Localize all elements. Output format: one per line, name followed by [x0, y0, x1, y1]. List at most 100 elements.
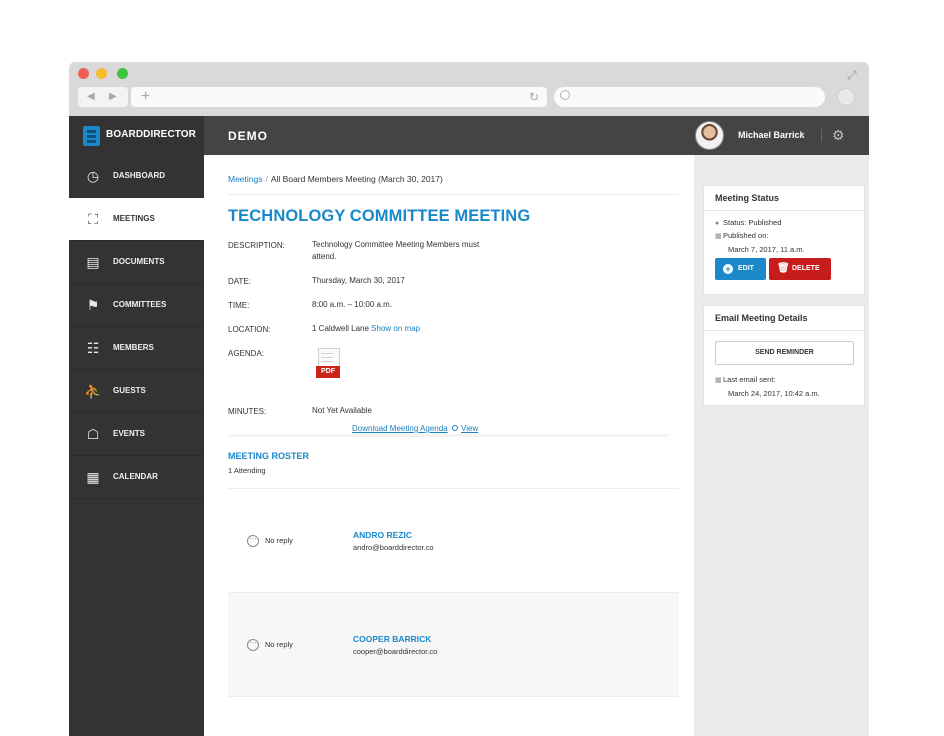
- browser-search-input[interactable]: [554, 87, 825, 107]
- last-sent-value: March 24, 2017, 10:42 a.m.: [728, 389, 820, 398]
- search-icon: [560, 90, 570, 100]
- no-reply-icon: ⋯: [247, 535, 259, 547]
- org-name: DEMO: [228, 129, 268, 143]
- plus-icon[interactable]: +: [141, 87, 150, 106]
- reload-icon[interactable]: ↻: [529, 87, 539, 107]
- roster-title: MEETING ROSTER: [228, 451, 310, 461]
- divider: [228, 434, 669, 437]
- browser-chrome: ⤢ ◀ ▶ + ↻: [69, 62, 869, 116]
- chevron-down-icon[interactable]: ▾: [800, 130, 804, 139]
- sidebar-item-label: DASHBOARD: [113, 171, 165, 180]
- meeting-status-panel: Meeting Status ● Status: Published ▦Publi…: [703, 185, 865, 295]
- view-agenda-link[interactable]: View: [452, 424, 478, 433]
- calendar-icon: ▦: [86, 469, 100, 485]
- plus-circle-icon: +: [723, 264, 733, 274]
- send-reminder-button[interactable]: SEND REMINDER: [715, 341, 854, 365]
- time-label: TIME:: [228, 301, 250, 310]
- user-menu[interactable]: Michael Barrick: [738, 130, 805, 140]
- pdf-file-icon[interactable]: PDF: [316, 348, 342, 380]
- extension-icon[interactable]: [837, 88, 855, 106]
- document-icon: ▤: [86, 254, 100, 270]
- edit-button[interactable]: + EDIT: [715, 258, 766, 280]
- sidebar-item-documents[interactable]: ▤ DOCUMENTS: [69, 241, 204, 284]
- sidebar-item-label: GUESTS: [113, 386, 146, 395]
- member-name[interactable]: ANDRO REZIC: [353, 530, 412, 540]
- delete-button[interactable]: 🗑 DELETE: [769, 258, 831, 280]
- history-nav: ◀ ▶: [78, 87, 128, 107]
- calendar-icon: ▦: [715, 377, 722, 384]
- minimize-window-button[interactable]: [96, 68, 107, 79]
- sidebar-item-guests[interactable]: ⛹ GUESTS: [69, 370, 204, 413]
- divider: [228, 696, 679, 697]
- main-content: Meetings / All Board Members Meeting (Marc…: [204, 155, 694, 736]
- divider: [228, 194, 679, 195]
- sidebar-item-label: CALENDAR: [113, 472, 158, 481]
- committee-icon: ⚑: [86, 297, 100, 313]
- sidebar-item-label: EVENTS: [113, 429, 146, 438]
- divider: [704, 210, 864, 211]
- published-on-label: Published on:: [723, 231, 769, 240]
- gear-icon[interactable]: ⚙: [832, 128, 846, 142]
- expand-icon[interactable]: ⤢: [847, 68, 861, 82]
- table-row: ⋯ No reply COOPER BARRICK cooper@boarddi…: [228, 593, 679, 697]
- trash-icon: 🗑: [777, 263, 790, 274]
- divider: [704, 330, 864, 331]
- pdf-badge: PDF: [316, 366, 340, 378]
- close-window-button[interactable]: [78, 68, 89, 79]
- time-value: 8:00 a.m. – 10:00 a.m.: [312, 300, 393, 309]
- members-icon: ☷: [86, 340, 100, 356]
- published-on-value: March 7, 2017, 11 a.m.: [728, 245, 805, 254]
- address-bar[interactable]: + ↻: [131, 87, 547, 107]
- sidebar-item-dashboard[interactable]: ◷ DASHBOARD: [69, 155, 204, 198]
- show-on-map-link[interactable]: Show on map: [371, 324, 420, 333]
- reply-status: No reply: [265, 536, 293, 545]
- breadcrumb-meetings-link[interactable]: Meetings: [228, 174, 263, 184]
- last-sent-label-text: Last email sent:: [723, 375, 776, 384]
- published-label: ▦Published on:: [715, 231, 768, 240]
- sidebar-item-label: MEETINGS: [113, 214, 155, 223]
- location-label: LOCATION:: [228, 325, 271, 334]
- right-panel: Meeting Status ● Status: Published ▦Publi…: [694, 155, 869, 736]
- roster-count: 1 Attending: [228, 466, 266, 475]
- chevron-left-icon[interactable]: ◀: [87, 87, 95, 107]
- dashboard-icon: ◷: [86, 168, 100, 184]
- sidebar-item-meetings[interactable]: ⛶ MEETINGS: [69, 198, 204, 241]
- no-reply-icon: ⋯: [247, 639, 259, 651]
- avatar[interactable]: [695, 121, 724, 150]
- sidebar-item-events[interactable]: ☖ EVENTS: [69, 413, 204, 456]
- member-email: andro@boarddirector.co: [353, 543, 434, 552]
- chevron-right-icon[interactable]: ▶: [109, 87, 117, 107]
- browser-window: ⤢ ◀ ▶ + ↻ BOARDDIRECTOR DEMO Michael Bar…: [69, 62, 869, 736]
- reply-status: No reply: [265, 640, 293, 649]
- description-label: DESCRIPTION:: [228, 241, 285, 250]
- download-agenda-link[interactable]: Download Meeting Agenda: [352, 424, 448, 433]
- member-email: cooper@boarddirector.co: [353, 647, 438, 656]
- sidebar-item-label: MEMBERS: [113, 343, 154, 352]
- sidebar-item-members[interactable]: ☷ MEMBERS: [69, 327, 204, 370]
- sidebar-item-label: COMMITTEES: [113, 300, 167, 309]
- breadcrumb: Meetings / All Board Members Meeting (Marc…: [228, 174, 443, 184]
- maximize-window-button[interactable]: [117, 68, 128, 79]
- brand[interactable]: BOARDDIRECTOR: [69, 116, 204, 155]
- page-title: TECHNOLOGY COMMITTEE MEETING: [228, 207, 531, 225]
- logo-icon: [83, 126, 100, 146]
- breadcrumb-current: All Board Members Meeting (March 30, 201…: [270, 174, 443, 184]
- calendar-icon: ▦: [715, 233, 722, 240]
- delete-label: DELETE: [792, 265, 820, 272]
- sidebar-item-calendar[interactable]: ▦ CALENDAR: [69, 456, 204, 499]
- date-value: Thursday, March 30, 2017: [312, 276, 405, 285]
- guests-icon: ⛹: [84, 383, 102, 399]
- status-text: ● Status: Published: [715, 218, 781, 227]
- sidebar-item-committees[interactable]: ⚑ COMMITTEES: [69, 284, 204, 327]
- panel-title: Email Meeting Details: [715, 313, 808, 323]
- events-icon: ☖: [86, 426, 100, 442]
- minutes-label: MINUTES:: [228, 407, 267, 416]
- email-details-panel: Email Meeting Details SEND REMINDER ▦Las…: [703, 305, 865, 406]
- status-value: Status: Published: [723, 218, 782, 227]
- pin-icon: ●: [715, 220, 720, 227]
- presentation-board-icon: ⛶: [88, 211, 98, 227]
- agenda-label: AGENDA:: [228, 349, 265, 358]
- view-agenda-label: View: [461, 424, 479, 433]
- member-name[interactable]: COOPER BARRICK: [353, 634, 431, 644]
- table-row: ⋯ No reply ANDRO REZIC andro@boarddirect…: [228, 489, 679, 593]
